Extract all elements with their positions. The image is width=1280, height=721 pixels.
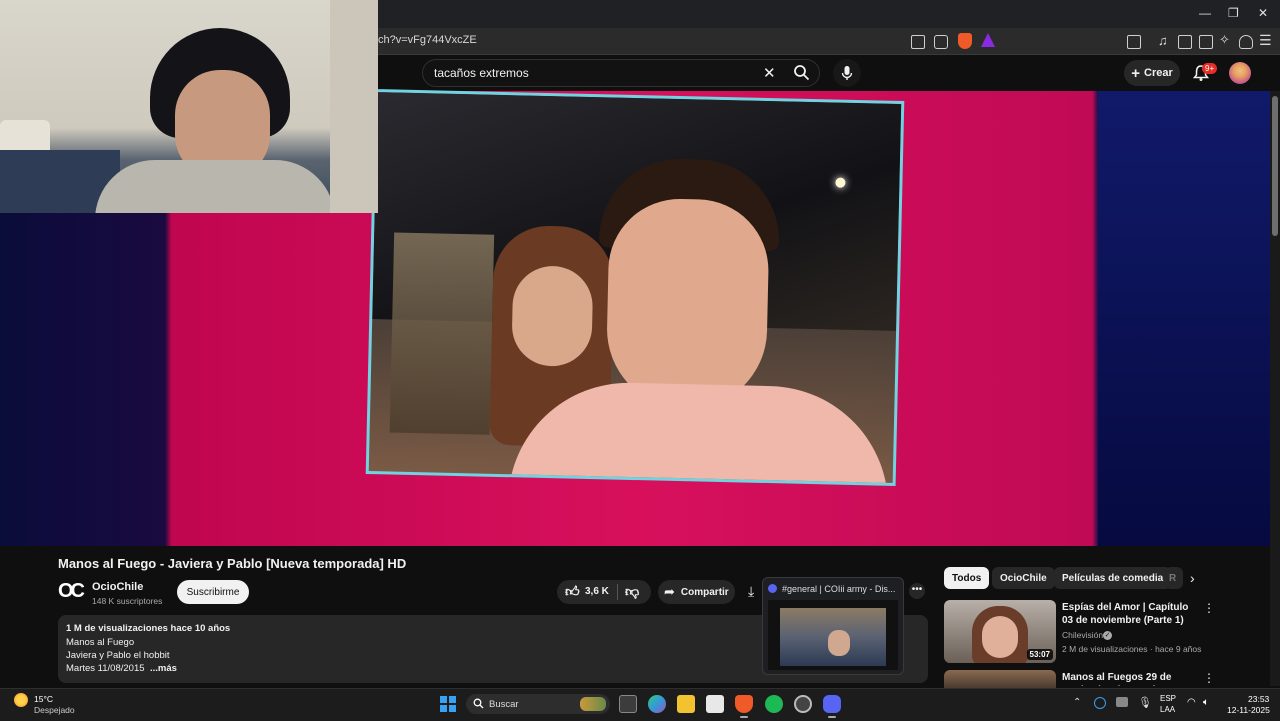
screenshot-icon[interactable] (1127, 35, 1141, 49)
video-right-panel (1098, 91, 1270, 546)
share-icon: ➦ (664, 584, 675, 599)
subscriber-count: 148 K suscriptores (92, 596, 163, 606)
search-input[interactable]: tacaños extremos (434, 66, 529, 80)
video-photo-frame (365, 89, 905, 486)
language-bottom[interactable]: LAA (1160, 705, 1175, 714)
cast-icon[interactable] (911, 35, 925, 49)
chip-peliculas-comedia[interactable]: Películas de comedia (1054, 567, 1172, 589)
wifi-icon[interactable]: ◠ (1187, 697, 1196, 708)
recommendation-meta: 2 M de visualizaciones · hace 9 años (1062, 644, 1202, 654)
plus-icon: + (1131, 64, 1140, 82)
person-shirt (95, 160, 335, 213)
chip-todos[interactable]: Todos (944, 567, 990, 589)
dislike-icon[interactable]: 👎︎ (625, 583, 639, 600)
chip-partial[interactable]: R (1165, 567, 1183, 589)
like-count[interactable]: 3,6 K (585, 586, 609, 597)
video-title: Manos al Fuego - Javiera y Pablo [Nueva … (58, 556, 407, 571)
account-avatar[interactable] (1229, 62, 1251, 84)
volume-icon[interactable]: 🔈︎ (1203, 697, 1209, 708)
brave-browser-icon[interactable] (735, 695, 753, 713)
taskbar-search-icon (473, 698, 484, 709)
maximize-button[interactable]: ❐ (1228, 6, 1239, 20)
windows-start-icon[interactable] (440, 696, 456, 712)
clear-search-icon[interactable]: ✕ (763, 64, 776, 82)
tray-mic-icon[interactable]: 🎙︎ (1138, 696, 1152, 709)
spotify-icon[interactable] (765, 695, 783, 713)
chip-ociochile[interactable]: OcioChile (992, 567, 1055, 589)
channel-logo[interactable]: OC (58, 580, 85, 604)
recommendation-channel[interactable]: Chilevisión (1062, 630, 1103, 640)
duration-badge: 53:07 (1026, 649, 1053, 660)
discord-window-title: #general | COIii army - Dis... (782, 584, 896, 594)
voice-search-button[interactable] (833, 59, 861, 87)
recommendation-title[interactable]: Manos al Fuegos 29 de Noviembre (Parte 1… (1062, 671, 1202, 686)
recommendation-thumbnail[interactable] (944, 670, 1056, 688)
minimize-button[interactable]: — (1199, 6, 1211, 20)
brave-shield-icon[interactable] (958, 33, 972, 49)
scrollbar-thumb[interactable] (1272, 96, 1278, 236)
language-top[interactable]: ESP (1160, 694, 1176, 703)
search-highlight-icon (580, 697, 606, 711)
recommendation-menu-icon[interactable]: ⋮ (1203, 601, 1215, 615)
recommendation-title[interactable]: Espías del Amor | Capítulo 03 de noviemb… (1062, 601, 1202, 627)
create-label: Crear (1144, 67, 1173, 79)
search-icon[interactable] (793, 64, 810, 81)
notifications-badge: 9+ (1202, 63, 1218, 74)
tray-overflow-icon[interactable]: ⌃ (1073, 697, 1081, 708)
sync-icon[interactable] (1094, 697, 1106, 709)
windows-taskbar (0, 688, 1280, 721)
recommendation-menu-icon[interactable]: ⋮ (1203, 671, 1215, 685)
url-text[interactable]: ch?v=vFg744VxcZE (378, 34, 477, 46)
task-view-icon[interactable] (619, 695, 637, 713)
weather-temp[interactable]: 15°C (34, 694, 53, 704)
share-button[interactable]: ➦ Compartir (658, 580, 735, 604)
share-label: Compartir (680, 586, 729, 598)
share-page-icon[interactable] (934, 35, 948, 49)
chevron-right-icon[interactable]: › (1190, 570, 1195, 586)
discord-window-thumbnail[interactable] (768, 600, 898, 670)
download-icon[interactable]: ⤓ (748, 583, 754, 600)
vpn-shield-icon[interactable] (1239, 35, 1253, 49)
recommendation-thumbnail[interactable]: 53:07 (944, 600, 1056, 663)
channel-name[interactable]: OcioChile (92, 581, 143, 593)
clock-date[interactable]: 12-11-2025 (1227, 705, 1270, 715)
clock-time[interactable]: 23:53 (1248, 694, 1269, 704)
sidebar-icon[interactable] (1178, 35, 1192, 49)
discord-taskbar-icon[interactable] (823, 695, 841, 713)
taskbar-search-label[interactable]: Buscar (489, 699, 519, 710)
description-line-3: Martes 11/08/2015 (66, 663, 145, 674)
leo-ai-icon[interactable]: ✧ (1219, 32, 1230, 48)
discord-icon (768, 584, 777, 593)
view-stats: 1 M de visualizaciones hace 10 años (66, 623, 231, 634)
media-icon[interactable]: ♫ (1158, 33, 1168, 48)
more-actions-icon[interactable]: ••• (909, 583, 925, 599)
man-face (605, 197, 770, 411)
description-line-1: Manos al Fuego (66, 637, 135, 648)
verified-icon: ✓ (1103, 631, 1112, 640)
show-more-link[interactable]: ...más (150, 663, 177, 674)
tray-app-icon[interactable] (1116, 697, 1128, 707)
like-icon[interactable]: 👍︎ (565, 583, 580, 600)
obs-icon[interactable] (794, 695, 812, 713)
weather-icon[interactable] (14, 693, 28, 707)
description-line-2: Javiera y Pablo el hobbit (66, 650, 170, 661)
close-window-button[interactable]: ✕ (1258, 6, 1268, 20)
wallet-icon[interactable] (1199, 35, 1213, 49)
weather-desc[interactable]: Despejado (34, 705, 75, 715)
store-icon[interactable] (706, 695, 724, 713)
like-dislike-group: 👍︎ 3,6 K 👎︎ (557, 580, 651, 604)
copilot-icon[interactable] (648, 695, 666, 713)
menu-icon[interactable]: ☰ (1259, 32, 1272, 49)
subscribe-button[interactable]: Suscribirme (177, 580, 249, 604)
webcam-overlay (0, 0, 378, 213)
microphone-icon (841, 66, 853, 80)
file-explorer-icon[interactable] (677, 695, 695, 713)
create-button[interactable]: + Crear (1124, 60, 1180, 86)
